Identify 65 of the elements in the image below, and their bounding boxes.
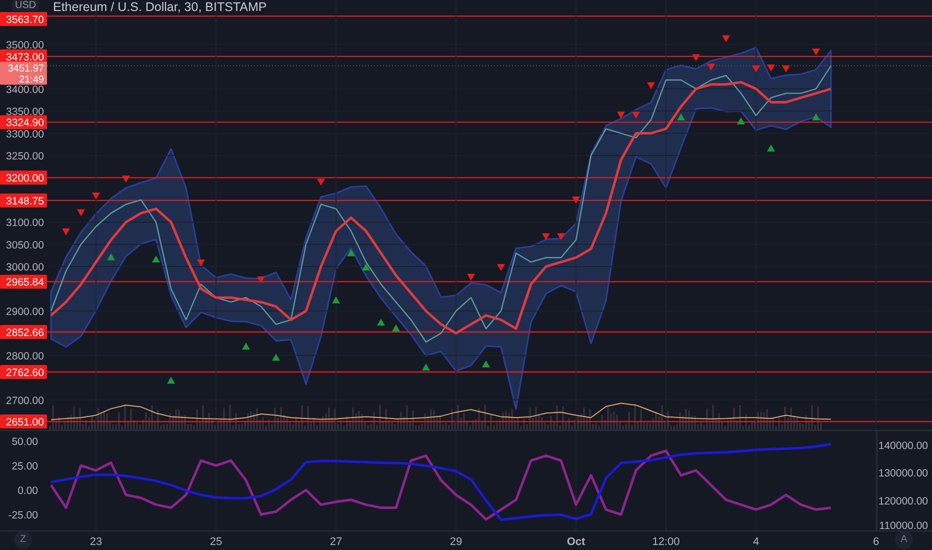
down-triangle-icon [497, 264, 505, 271]
axis-label: 120000.00 [878, 495, 928, 508]
up-triangle-icon [167, 376, 175, 384]
price-tag: 3200.00 [0, 170, 47, 185]
chart-title: Ethereum / U.S. Dollar, 30, BITSTAMP [53, 0, 267, 14]
price-tag: 3473.00 [0, 49, 47, 64]
price-tag: 2651.00 [0, 414, 47, 429]
up-triangle-icon [737, 117, 745, 124]
axis-label: 0.00 [18, 485, 38, 498]
up-triangle-icon [332, 296, 340, 304]
time-label: 23 [90, 536, 102, 548]
down-triangle-icon [647, 82, 655, 90]
price-tag: 3324.90 [0, 115, 47, 130]
time-label: 6 [872, 536, 880, 548]
up-triangle-icon [482, 360, 490, 368]
up-triangle-icon [152, 256, 160, 262]
axis-label: 50.00 [12, 436, 38, 448]
time-label: 25 [210, 536, 222, 548]
axis-label: 3250.00 [6, 150, 44, 162]
time-label: 29 [450, 536, 462, 548]
up-triangle-icon [812, 113, 820, 120]
up-triangle-icon [107, 253, 115, 260]
price-tag: 3563.70 [0, 12, 47, 26]
down-triangle-icon [257, 276, 265, 284]
down-triangle-icon [572, 196, 580, 204]
currency-label: USD [12, 0, 40, 11]
price-tag: 2965.84 [0, 274, 47, 289]
up-triangle-icon [242, 342, 250, 350]
axis-label: 3050.00 [6, 239, 44, 252]
axis-label: -25.00 [8, 510, 38, 522]
price-tag: 3148.75 [0, 193, 47, 208]
axis-label: 3500.00 [6, 39, 44, 52]
axis-label: 3000.00 [6, 262, 44, 274]
up-triangle-icon [422, 364, 430, 370]
price-tag: 2762.60 [0, 364, 47, 379]
up-triangle-icon [767, 144, 775, 152]
zoom-button[interactable]: Z [14, 531, 32, 549]
time-label: Oct [566, 536, 586, 548]
time-label: 27 [330, 536, 342, 548]
down-triangle-icon [317, 178, 325, 186]
down-triangle-icon [467, 274, 475, 281]
down-triangle-icon [197, 260, 205, 266]
axis-label: 140000.00 [878, 440, 928, 452]
axis-label: 3300.00 [6, 128, 44, 140]
axis-label: 3400.00 [6, 84, 44, 96]
axis-label: 2900.00 [6, 306, 44, 318]
time-label: 12:00 [652, 536, 680, 548]
down-triangle-icon [62, 228, 70, 236]
down-triangle-icon [92, 192, 100, 200]
axis-label: 25.00 [12, 460, 38, 472]
down-triangle-icon [77, 209, 85, 216]
axis-label: 130000.00 [878, 468, 928, 480]
last-price-tag: 3451.97 21:49 [0, 62, 47, 86]
down-triangle-icon [122, 176, 130, 183]
axis-label: 2800.00 [6, 350, 44, 362]
down-triangle-icon [722, 35, 730, 42]
price-tag: 2852.66 [0, 324, 47, 339]
axis-label: 110000.00 [879, 520, 928, 531]
axis-label: 3100.00 [6, 217, 44, 230]
up-triangle-icon [272, 354, 280, 361]
auto-scale-button[interactable]: A [895, 531, 913, 549]
time-label: 4 [752, 536, 760, 548]
axis-label: 2700.00 [6, 394, 44, 407]
up-triangle-icon [677, 113, 685, 120]
down-triangle-icon [812, 48, 820, 56]
